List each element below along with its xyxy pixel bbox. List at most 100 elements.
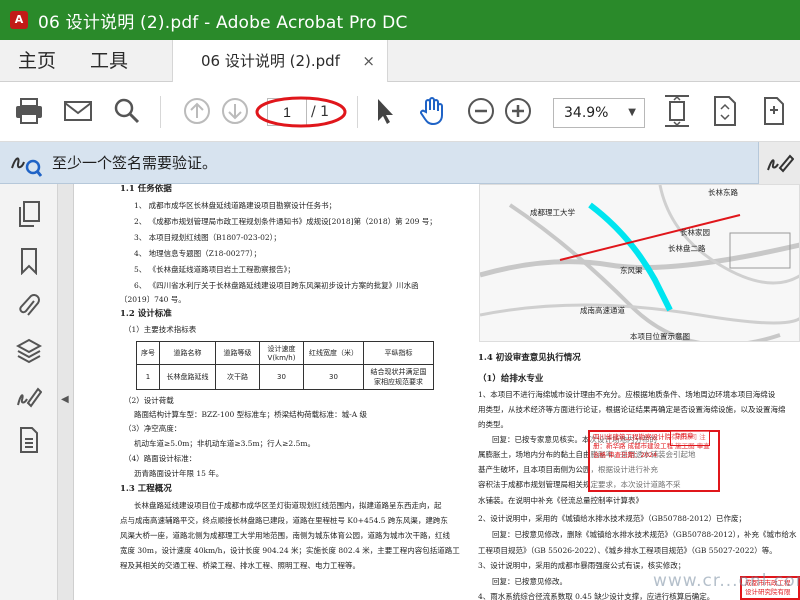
navigation-sidebar bbox=[0, 184, 58, 600]
doc-text-line: 〔2019〕740 号。 bbox=[120, 295, 186, 304]
doc-text-line: 沥青路面设计年限 15 年。 bbox=[134, 469, 224, 478]
fit-page-icon[interactable] bbox=[658, 92, 696, 130]
red-highlight-ellipse bbox=[255, 96, 347, 128]
acrobat-app-icon[interactable]: A bbox=[0, 0, 38, 40]
signature-notice-text: 至少一个签名需要验证。 bbox=[52, 154, 218, 172]
pdf-page-view[interactable]: 1.1 任务依据 1、 成都市成华区长林盘延线道路建设项目勘察设计任务书； 2、… bbox=[74, 184, 800, 600]
section-heading: 1.4 初设审查意见执行情况 bbox=[478, 353, 581, 363]
doc-text-line: 程及其相关的交通工程、桥梁工程、排水工程、照明工程、电力工程等。 bbox=[120, 561, 360, 570]
map-caption: 本项目位置示意图 bbox=[630, 332, 690, 341]
table-cell: 30 bbox=[303, 364, 364, 390]
more-tools-icon[interactable] bbox=[756, 92, 794, 130]
doc-text-line: 2、设计说明中，采用的《城镇给水排水技术规范》（GB50788-2012）已作废… bbox=[478, 514, 747, 523]
doc-text-line: 机动车道≥5.0m；非机动车道≥3.5m；行人≥2.5m。 bbox=[134, 439, 315, 448]
doc-text-line: 6、 《四川省水利厅关于长林盘路延线建设项目跨东风渠初步设计方案的批复》川水函 bbox=[134, 281, 419, 290]
table-cell: 1 bbox=[136, 364, 160, 390]
document-tab[interactable]: 06 设计说明 (2).pdf × bbox=[172, 40, 388, 82]
doc-text-line: 5、 《长林盘延线道路项目岩土工程勘察报告》； bbox=[134, 265, 295, 274]
doc-text-line: 回复：已按意见修改。 bbox=[492, 577, 567, 586]
scroll-mode-icon[interactable] bbox=[706, 92, 744, 130]
select-cursor-icon[interactable] bbox=[366, 92, 404, 130]
review-stamp-seal: 专用章 bbox=[670, 430, 710, 446]
signature-panel-button[interactable] bbox=[758, 142, 800, 184]
signature-pen-icon bbox=[766, 154, 794, 173]
chevron-down-icon: ▼ bbox=[628, 107, 636, 118]
table-cell: 次干路 bbox=[215, 364, 260, 390]
close-tab-icon[interactable]: × bbox=[362, 40, 375, 82]
doc-text-line: 回复：已按意见修改，删除《城镇给水排水技术规范》（GB50788-2012），补… bbox=[492, 530, 797, 539]
section-heading: 1.3 工程概况 bbox=[120, 484, 172, 494]
zoom-level-value: 34.9% bbox=[564, 105, 609, 121]
table-cell: 30 bbox=[259, 364, 304, 390]
table-header-cell: 序号 bbox=[136, 341, 160, 365]
doc-text-line: （4）路面设计标准： bbox=[124, 454, 197, 463]
bookmarks-icon[interactable] bbox=[15, 247, 43, 275]
map-label: 成都理工大学 bbox=[530, 208, 575, 217]
table-header-row: 序号 道路名称 道路等级 设计速度 V(km/h) 红线宽度（米） 平纵指标 bbox=[136, 341, 434, 365]
table-header-cell: 红线宽度（米） bbox=[303, 341, 364, 365]
doc-text-line: 4、雨水系统综合径流系数取 0.45 缺少设计支撑，应进行核算后确定。 bbox=[478, 592, 715, 600]
section-heading: 1.2 设计标准 bbox=[120, 309, 172, 319]
doc-text-line: 3、 本项目规划红线图（B1807-023-02）； bbox=[134, 233, 281, 242]
tab-bar: 主页 工具 06 设计说明 (2).pdf × bbox=[0, 40, 800, 82]
table-header-cell: 道路名称 bbox=[159, 341, 216, 365]
search-icon[interactable] bbox=[108, 92, 146, 130]
map-label: 东风渠 bbox=[620, 266, 643, 275]
table-header-cell: 设计速度 V(km/h) bbox=[259, 341, 304, 365]
doc-text-line: 工程项目规范》（GB 55026-2022）、《城乡排水工程项目规范》（GB 5… bbox=[478, 546, 777, 555]
hand-tool-icon[interactable] bbox=[413, 92, 451, 130]
zoom-out-icon[interactable] bbox=[462, 92, 500, 130]
doc-text-line: 3、设计说明中，采用的成都市暴雨强度公式有误，核实修改； bbox=[478, 561, 686, 570]
map-label: 成南高速通道 bbox=[580, 306, 625, 315]
doc-text-line: 风渠大桥一座，道路北侧为成都理工大学用地范围，南侧为城东体育公园，道路为城市次干… bbox=[120, 531, 450, 540]
doc-text-line: 2、 《成都市规划管理局市政工程规划条件通知书》成规设[2018]第（2018）… bbox=[134, 217, 437, 226]
menu-tools[interactable]: 工具 bbox=[90, 40, 128, 82]
page-thumbnails-icon[interactable] bbox=[15, 200, 43, 228]
doc-text-line: 4、 地理信息专题图（Z18-00277）； bbox=[134, 249, 262, 258]
map-label: 长林盘二路 bbox=[668, 244, 706, 253]
location-map-figure: 成都理工大学 长林东路 长林家园 长林盘二路 成南高速通道 东风渠 本项目位置示… bbox=[479, 184, 800, 342]
menu-home[interactable]: 主页 bbox=[18, 40, 56, 82]
signatures-panel-icon[interactable] bbox=[15, 383, 43, 411]
section-heading: 1.1 任务依据 bbox=[120, 184, 172, 194]
doc-text-line: 长林盘路延线建设项目位于成都市成华区圣灯街道现划红线范围内，拟建道路呈东西走向，… bbox=[134, 501, 442, 510]
sidebar-collapse-handle[interactable]: ◀ bbox=[58, 184, 74, 600]
doc-text-line: （3）净空高度： bbox=[124, 424, 182, 433]
section-heading: （1）给排水专业 bbox=[478, 374, 544, 384]
doc-text-line: （1）主要技术指标表 bbox=[124, 325, 197, 334]
window-title: 06 设计说明 (2).pdf - Adobe Acrobat Pro DC bbox=[38, 12, 408, 33]
zoom-in-icon[interactable] bbox=[499, 92, 537, 130]
map-label: 长林东路 bbox=[708, 188, 738, 197]
toolbar-divider bbox=[160, 96, 161, 128]
table-header-cell: 道路等级 bbox=[215, 341, 260, 365]
doc-text-line: 宽度 30m，设计速度 40km/h，设计长度 904.24 米；实施长度 80… bbox=[120, 546, 460, 555]
layers-icon[interactable] bbox=[15, 337, 43, 365]
table-header-cell: 平纵指标 bbox=[363, 341, 434, 365]
doc-text-line: 的类型。 bbox=[478, 420, 508, 429]
doc-text-line: 用类型，从技术经济等方面进行论证，根据论证结果再确定是否设置海绵设施，以及设置海… bbox=[478, 405, 786, 414]
map-label: 长林家园 bbox=[680, 228, 710, 237]
doc-text-line: 路面结构计算车型：BZZ-100 型标准车；桥梁结构荷载标准：城-A 级 bbox=[134, 410, 368, 419]
doc-text-line: （2）设计荷载 bbox=[124, 396, 174, 405]
toolbar-divider bbox=[357, 96, 358, 128]
main-toolbar: / 1 34.9% ▼ bbox=[0, 82, 800, 142]
next-page-icon[interactable] bbox=[216, 92, 254, 130]
technical-spec-table: 序号 道路名称 道路等级 设计速度 V(km/h) 红线宽度（米） 平纵指标 1… bbox=[136, 341, 434, 390]
zoom-level-select[interactable]: 34.9% ▼ bbox=[553, 98, 645, 128]
doc-text-line: 点与成南高速辅路平交，终点顺接长林盘路已建段，道路在里程桩号 K0+454.5 … bbox=[120, 516, 448, 525]
email-icon[interactable] bbox=[59, 92, 97, 130]
table-cell: 长林盘路延线 bbox=[159, 364, 216, 390]
table-row: 1 长林盘路延线 次干路 30 30 结合现状并满足国家相应规范要求 bbox=[136, 364, 434, 390]
doc-text-line: 1、本项目不进行海绵城市设计理由不充分。应根据地质条件、场地周边环境本项目海绵设 bbox=[478, 390, 776, 399]
signature-verify-icon bbox=[11, 157, 42, 177]
table-cell: 结合现状并满足国家相应规范要求 bbox=[363, 364, 434, 390]
document-properties-icon[interactable] bbox=[15, 426, 43, 454]
doc-text-line: 1、 成都市成华区长林盘延线道路建设项目勘察设计任务书； bbox=[134, 201, 337, 210]
doc-text-line: 水铺装。在说明中补充《径流总量控制率计算表》 bbox=[478, 496, 643, 505]
print-icon[interactable] bbox=[10, 92, 48, 130]
attachments-icon[interactable] bbox=[15, 292, 43, 320]
previous-page-icon[interactable] bbox=[178, 92, 216, 130]
collapse-arrow-icon: ◀ bbox=[61, 394, 69, 405]
title-bar: A 06 设计说明 (2).pdf - Adobe Acrobat Pro DC bbox=[0, 0, 800, 40]
site-watermark: www.cr...onl.com bbox=[653, 571, 800, 591]
